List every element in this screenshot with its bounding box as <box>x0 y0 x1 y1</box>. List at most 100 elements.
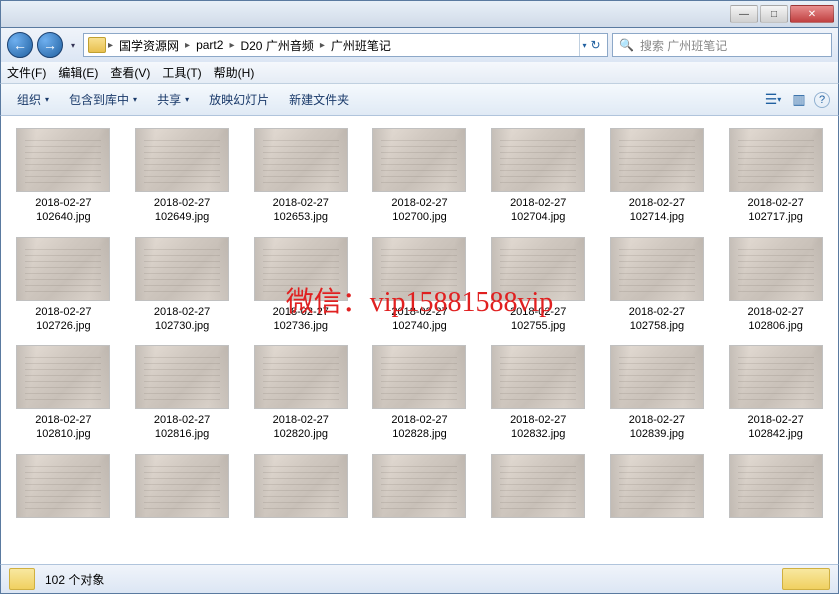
file-name: 2018-02-27 102810.jpg <box>9 413 118 442</box>
view-options-button[interactable]: ☰ ▾ <box>762 89 784 111</box>
search-placeholder: 搜索 广州班笔记 <box>640 37 727 54</box>
menu-help[interactable]: 帮助(H) <box>214 64 255 81</box>
file-item[interactable] <box>480 450 597 526</box>
share-button[interactable]: 共享▾ <box>149 87 197 112</box>
file-item[interactable]: 2018-02-27 102649.jpg <box>124 124 241 229</box>
file-name: 2018-02-27 102653.jpg <box>246 196 355 225</box>
file-item[interactable]: 2018-02-27 102810.jpg <box>5 341 122 446</box>
file-item[interactable]: 2018-02-27 102828.jpg <box>361 341 478 446</box>
file-item[interactable]: 2018-02-27 102700.jpg <box>361 124 478 229</box>
file-thumbnail <box>16 237 110 301</box>
folder-icon <box>88 37 106 53</box>
menu-edit[interactable]: 编辑(E) <box>58 64 98 81</box>
file-item[interactable]: 2018-02-27 102816.jpg <box>124 341 241 446</box>
chevron-right-icon[interactable]: ▸ <box>185 40 190 51</box>
chevron-down-icon: ▾ <box>45 95 49 104</box>
file-item[interactable] <box>599 450 716 526</box>
file-thumbnail <box>491 345 585 409</box>
file-item[interactable]: 2018-02-27 102717.jpg <box>717 124 834 229</box>
file-item[interactable]: 2018-02-27 102755.jpg <box>480 233 597 338</box>
breadcrumb-0[interactable]: 国学资源网 <box>115 37 183 54</box>
refresh-icon: ↻ <box>590 38 600 52</box>
file-item[interactable]: 2018-02-27 102839.jpg <box>599 341 716 446</box>
file-item[interactable]: 2018-02-27 102730.jpg <box>124 233 241 338</box>
refresh-button[interactable]: ▾ ↻ <box>579 34 603 56</box>
file-item[interactable]: 2018-02-27 102806.jpg <box>717 233 834 338</box>
file-item[interactable]: 2018-02-27 102842.jpg <box>717 341 834 446</box>
chevron-down-icon: ▾ <box>777 95 781 104</box>
file-item[interactable] <box>717 450 834 526</box>
file-item[interactable]: 2018-02-27 102736.jpg <box>242 233 359 338</box>
breadcrumb-3[interactable]: 广州班笔记 <box>327 37 395 54</box>
preview-pane-button[interactable]: ▥ <box>788 89 810 111</box>
menu-tools[interactable]: 工具(T) <box>162 64 201 81</box>
file-item[interactable]: 2018-02-27 102726.jpg <box>5 233 122 338</box>
view-icon: ☰ <box>765 91 778 108</box>
file-list-pane[interactable]: 2018-02-27 102640.jpg2018-02-27 102649.j… <box>0 116 839 564</box>
history-dropdown-icon[interactable]: ▾ <box>67 35 79 55</box>
include-library-button[interactable]: 包含到库中▾ <box>61 87 145 112</box>
help-button[interactable]: ? <box>814 92 830 108</box>
menu-file[interactable]: 文件(F) <box>7 64 46 81</box>
file-name: 2018-02-27 102828.jpg <box>365 413 474 442</box>
file-thumbnail <box>254 128 348 192</box>
forward-button[interactable]: → <box>37 32 63 58</box>
slideshow-button[interactable]: 放映幻灯片 <box>201 87 277 112</box>
chevron-right-icon[interactable]: ▸ <box>229 40 234 51</box>
window-titlebar: — □ ✕ <box>0 0 839 28</box>
chevron-right-icon[interactable]: ▸ <box>108 40 113 51</box>
file-thumbnail <box>16 128 110 192</box>
file-item[interactable] <box>361 450 478 526</box>
command-bar: 组织▾ 包含到库中▾ 共享▾ 放映幻灯片 新建文件夹 ☰ ▾ ▥ ? <box>0 84 839 116</box>
file-name: 2018-02-27 102820.jpg <box>246 413 355 442</box>
file-name: 2018-02-27 102806.jpg <box>721 305 830 334</box>
file-item[interactable]: 2018-02-27 102740.jpg <box>361 233 478 338</box>
file-name: 2018-02-27 102717.jpg <box>721 196 830 225</box>
menu-view[interactable]: 查看(V) <box>110 64 150 81</box>
maximize-button[interactable]: □ <box>760 5 788 23</box>
chevron-right-icon[interactable]: ▸ <box>320 40 325 51</box>
file-name: 2018-02-27 102730.jpg <box>128 305 237 334</box>
folder-preview-icon <box>782 568 830 590</box>
folder-icon <box>9 568 35 590</box>
file-thumbnail <box>16 454 110 518</box>
search-input[interactable]: 🔍 搜索 广州班笔记 <box>612 33 832 57</box>
file-name: 2018-02-27 102736.jpg <box>246 305 355 334</box>
file-name: 2018-02-27 102726.jpg <box>9 305 118 334</box>
file-item[interactable]: 2018-02-27 102758.jpg <box>599 233 716 338</box>
file-item[interactable] <box>242 450 359 526</box>
file-item[interactable]: 2018-02-27 102820.jpg <box>242 341 359 446</box>
file-name: 2018-02-27 102816.jpg <box>128 413 237 442</box>
organize-button[interactable]: 组织▾ <box>9 87 57 112</box>
file-thumbnail <box>254 345 348 409</box>
file-name: 2018-02-27 102704.jpg <box>484 196 593 225</box>
file-thumbnail <box>254 454 348 518</box>
file-item[interactable]: 2018-02-27 102704.jpg <box>480 124 597 229</box>
file-item[interactable]: 2018-02-27 102653.jpg <box>242 124 359 229</box>
file-item[interactable]: 2018-02-27 102832.jpg <box>480 341 597 446</box>
breadcrumb-1[interactable]: part2 <box>192 38 227 52</box>
file-item[interactable]: 2018-02-27 102714.jpg <box>599 124 716 229</box>
status-bar: 102 个对象 <box>0 564 839 594</box>
file-thumbnail <box>135 128 229 192</box>
menu-bar: 文件(F) 编辑(E) 查看(V) 工具(T) 帮助(H) <box>0 62 839 84</box>
file-name: 2018-02-27 102839.jpg <box>603 413 712 442</box>
chevron-down-icon: ▾ <box>133 95 137 104</box>
file-item[interactable]: 2018-02-27 102640.jpg <box>5 124 122 229</box>
file-thumbnail <box>729 345 823 409</box>
new-folder-button[interactable]: 新建文件夹 <box>281 87 357 112</box>
breadcrumb-2[interactable]: D20 广州音频 <box>236 37 317 54</box>
file-item[interactable] <box>124 450 241 526</box>
minimize-button[interactable]: — <box>730 5 758 23</box>
file-item[interactable] <box>5 450 122 526</box>
file-thumbnail <box>491 237 585 301</box>
search-icon: 🔍 <box>619 38 634 52</box>
close-button[interactable]: ✕ <box>790 5 834 23</box>
file-thumbnail <box>729 454 823 518</box>
file-thumbnail <box>135 345 229 409</box>
address-bar[interactable]: ▸ 国学资源网 ▸ part2 ▸ D20 广州音频 ▸ 广州班笔记 ▾ ↻ <box>83 33 608 57</box>
back-button[interactable]: ← <box>7 32 33 58</box>
file-thumbnail <box>135 454 229 518</box>
file-name: 2018-02-27 102640.jpg <box>9 196 118 225</box>
file-name: 2018-02-27 102740.jpg <box>365 305 474 334</box>
